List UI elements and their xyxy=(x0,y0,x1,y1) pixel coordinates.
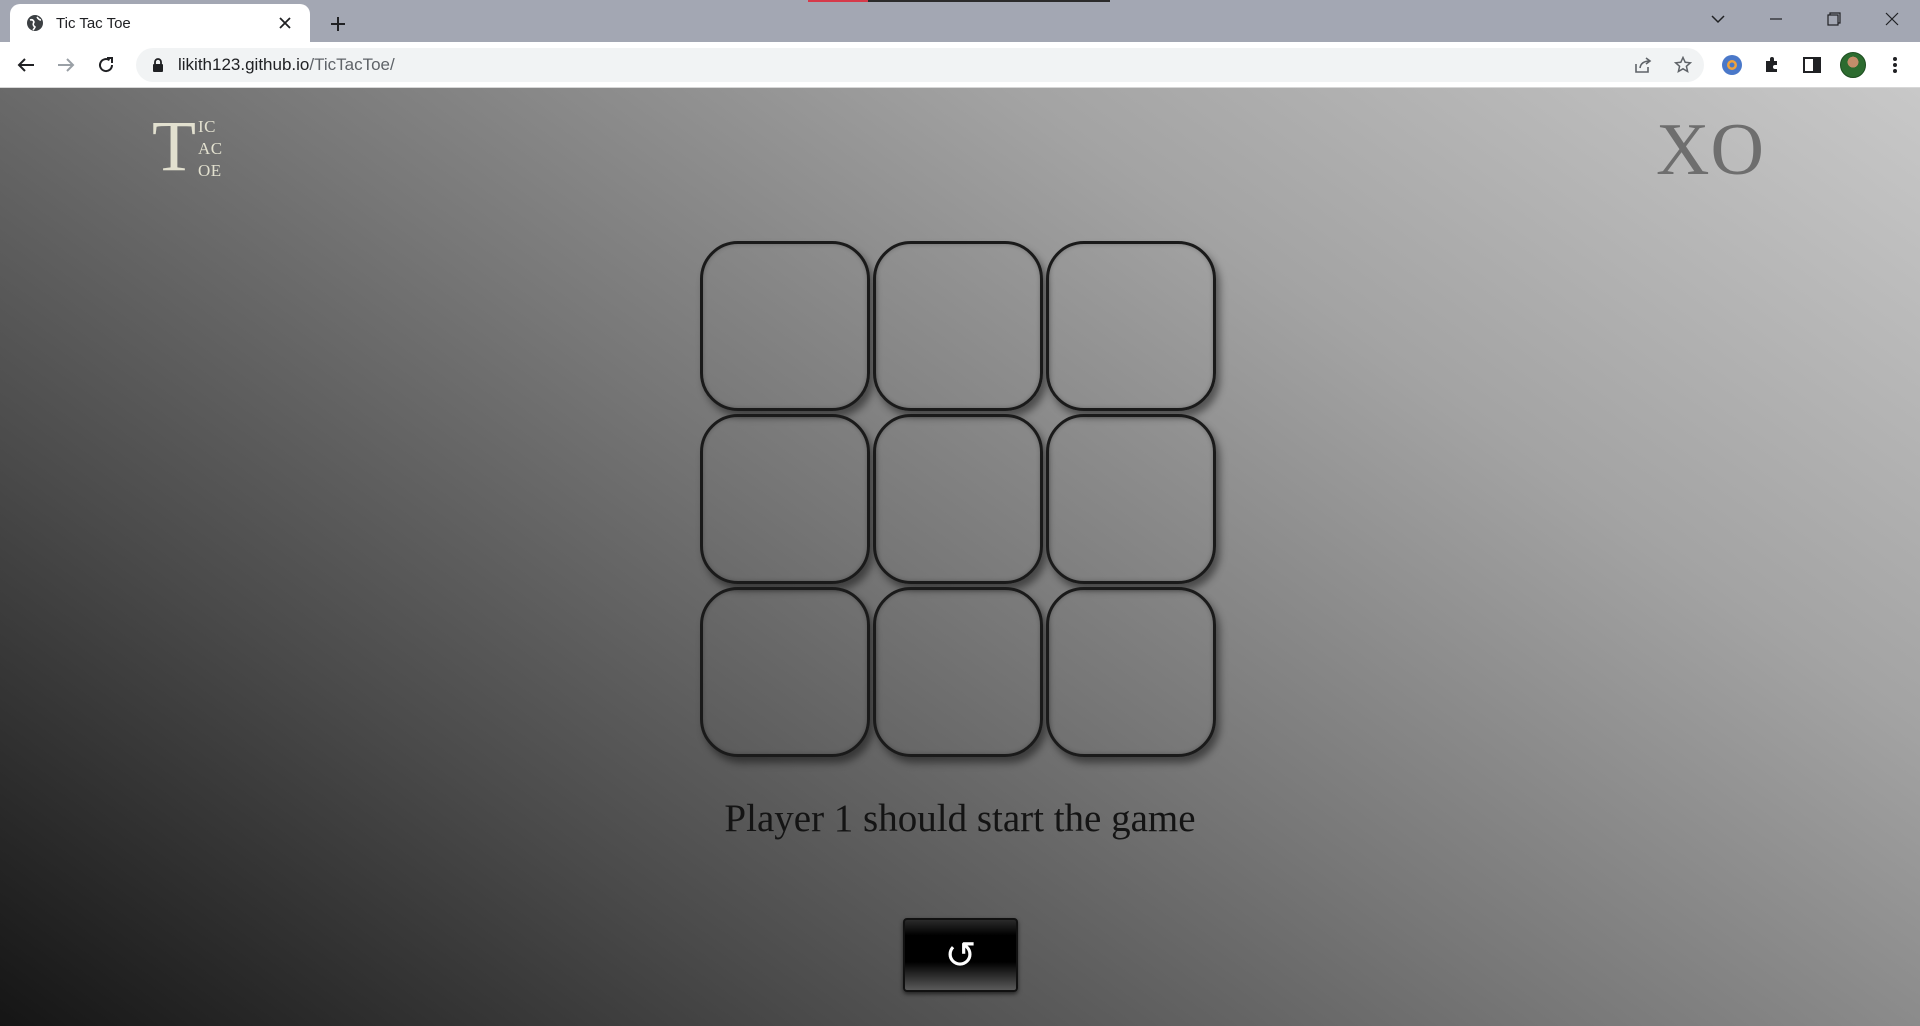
tab-strip: Tic Tac Toe xyxy=(0,0,1920,42)
board-cell-6[interactable] xyxy=(1046,414,1216,584)
xo-header: XO xyxy=(1656,109,1765,191)
reset-icon: ↺ xyxy=(944,933,977,977)
browser-toolbar: likith123.github.io/TicTacToe/ xyxy=(0,42,1920,88)
url-path: /TicTacToe/ xyxy=(309,55,395,74)
logo-line-2: AC xyxy=(197,139,223,158)
lock-icon[interactable] xyxy=(150,57,166,73)
forward-icon[interactable] xyxy=(50,49,82,81)
puzzle-icon[interactable] xyxy=(1757,50,1787,80)
extension-icon[interactable] xyxy=(1717,50,1747,80)
logo-big-letter: T xyxy=(152,106,196,186)
board-cell-5[interactable] xyxy=(873,414,1043,584)
board-cell-3[interactable] xyxy=(1046,241,1216,411)
status-message: Player 1 should start the game xyxy=(724,797,1196,840)
close-window-icon[interactable] xyxy=(1864,0,1920,38)
board-cell-8[interactable] xyxy=(873,587,1043,757)
logo: T IC AC OE xyxy=(152,106,223,186)
reload-icon[interactable] xyxy=(90,49,122,81)
board-cell-4[interactable] xyxy=(700,414,870,584)
share-icon[interactable] xyxy=(1628,50,1658,80)
reset-button[interactable]: ↺ xyxy=(903,918,1018,992)
globe-icon xyxy=(26,14,44,32)
restore-icon[interactable] xyxy=(1806,0,1862,38)
profile-avatar[interactable] xyxy=(1838,50,1868,80)
bookmark-star-icon[interactable] xyxy=(1668,50,1698,80)
close-tab-icon[interactable] xyxy=(274,12,296,34)
tab-search-icon[interactable] xyxy=(1690,0,1746,38)
avatar xyxy=(1840,52,1866,78)
tab-title: Tic Tac Toe xyxy=(56,14,131,32)
url-text: likith123.github.io/TicTacToe/ xyxy=(178,55,395,75)
minimize-icon[interactable] xyxy=(1748,0,1804,38)
url-host: likith123.github.io xyxy=(178,55,310,74)
browser-tab[interactable]: Tic Tac Toe xyxy=(10,4,310,42)
board-cell-7[interactable] xyxy=(700,587,870,757)
logo-stack: IC AC OE xyxy=(198,116,223,182)
game-page: T IC AC OE XO Player 1 should start the … xyxy=(0,88,1920,1026)
menu-kebab-icon[interactable] xyxy=(1880,50,1910,80)
game-board xyxy=(700,241,1220,761)
board-cell-9[interactable] xyxy=(1046,587,1216,757)
board-cell-2[interactable] xyxy=(873,241,1043,411)
logo-line-3: OE xyxy=(197,161,222,180)
back-icon[interactable] xyxy=(10,49,42,81)
new-tab-button[interactable] xyxy=(322,8,354,40)
board-cell-1[interactable] xyxy=(700,241,870,411)
logo-line-1: IC xyxy=(197,117,216,136)
side-panel-icon[interactable] xyxy=(1797,50,1827,80)
address-bar[interactable]: likith123.github.io/TicTacToe/ xyxy=(136,48,1704,82)
loading-indicator xyxy=(808,0,1110,2)
